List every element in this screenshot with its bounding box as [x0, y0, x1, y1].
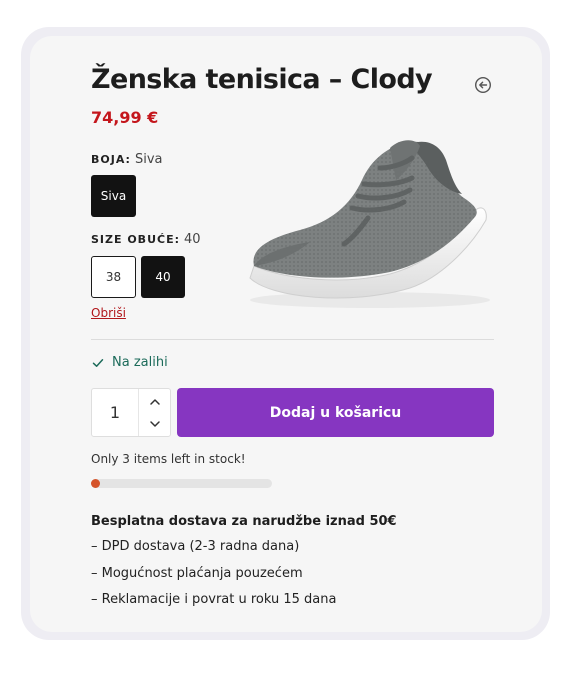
stock-status-text: Na zalihi	[112, 355, 168, 370]
shipping-item: – DPD dostava (2-3 radna dana)	[91, 539, 300, 554]
color-label-text: BOJA:	[91, 153, 131, 166]
add-to-cart-button[interactable]: Dodaj u košaricu	[177, 388, 494, 437]
circle-arrow-left-icon[interactable]	[474, 76, 492, 94]
size-option-38[interactable]: 38	[91, 256, 136, 298]
product-image	[249, 140, 490, 308]
chevron-down-icon	[150, 420, 160, 427]
stock-status: Na zalihi	[92, 355, 168, 370]
clear-selection-link[interactable]: Obriši	[91, 306, 126, 320]
quantity-increase-button[interactable]	[139, 390, 171, 413]
quantity-input[interactable]: 1	[92, 389, 138, 436]
color-option-siva[interactable]: Siva	[91, 175, 136, 217]
stock-left-text: Only 3 items left in stock!	[91, 452, 246, 466]
quantity-decrease-button[interactable]	[139, 412, 171, 435]
size-attribute-label: SIZE OBUĆE: 40	[91, 232, 201, 247]
size-label-text: SIZE OBUĆE:	[91, 233, 180, 246]
shipping-title: Besplatna dostava za narudžbe iznad 50€	[91, 514, 397, 529]
color-attribute-label: BOJA: Siva	[91, 152, 162, 167]
chevron-up-icon	[150, 398, 160, 405]
size-selected-value: 40	[184, 232, 201, 247]
shipping-item: – Mogućnost plaćanja pouzećem	[91, 566, 303, 581]
stock-progress-bar	[91, 479, 272, 488]
color-selected-value: Siva	[134, 152, 163, 167]
check-icon	[92, 358, 104, 367]
quantity-stepper: 1	[91, 388, 171, 437]
divider	[91, 339, 494, 340]
product-price: 74,99 €	[91, 108, 159, 127]
size-option-40[interactable]: 40	[141, 256, 185, 298]
shipping-item: – Reklamacije i povrat u roku 15 dana	[91, 592, 337, 607]
stock-progress-fill	[91, 479, 100, 488]
product-title: Ženska tenisica – Clody	[91, 64, 433, 95]
